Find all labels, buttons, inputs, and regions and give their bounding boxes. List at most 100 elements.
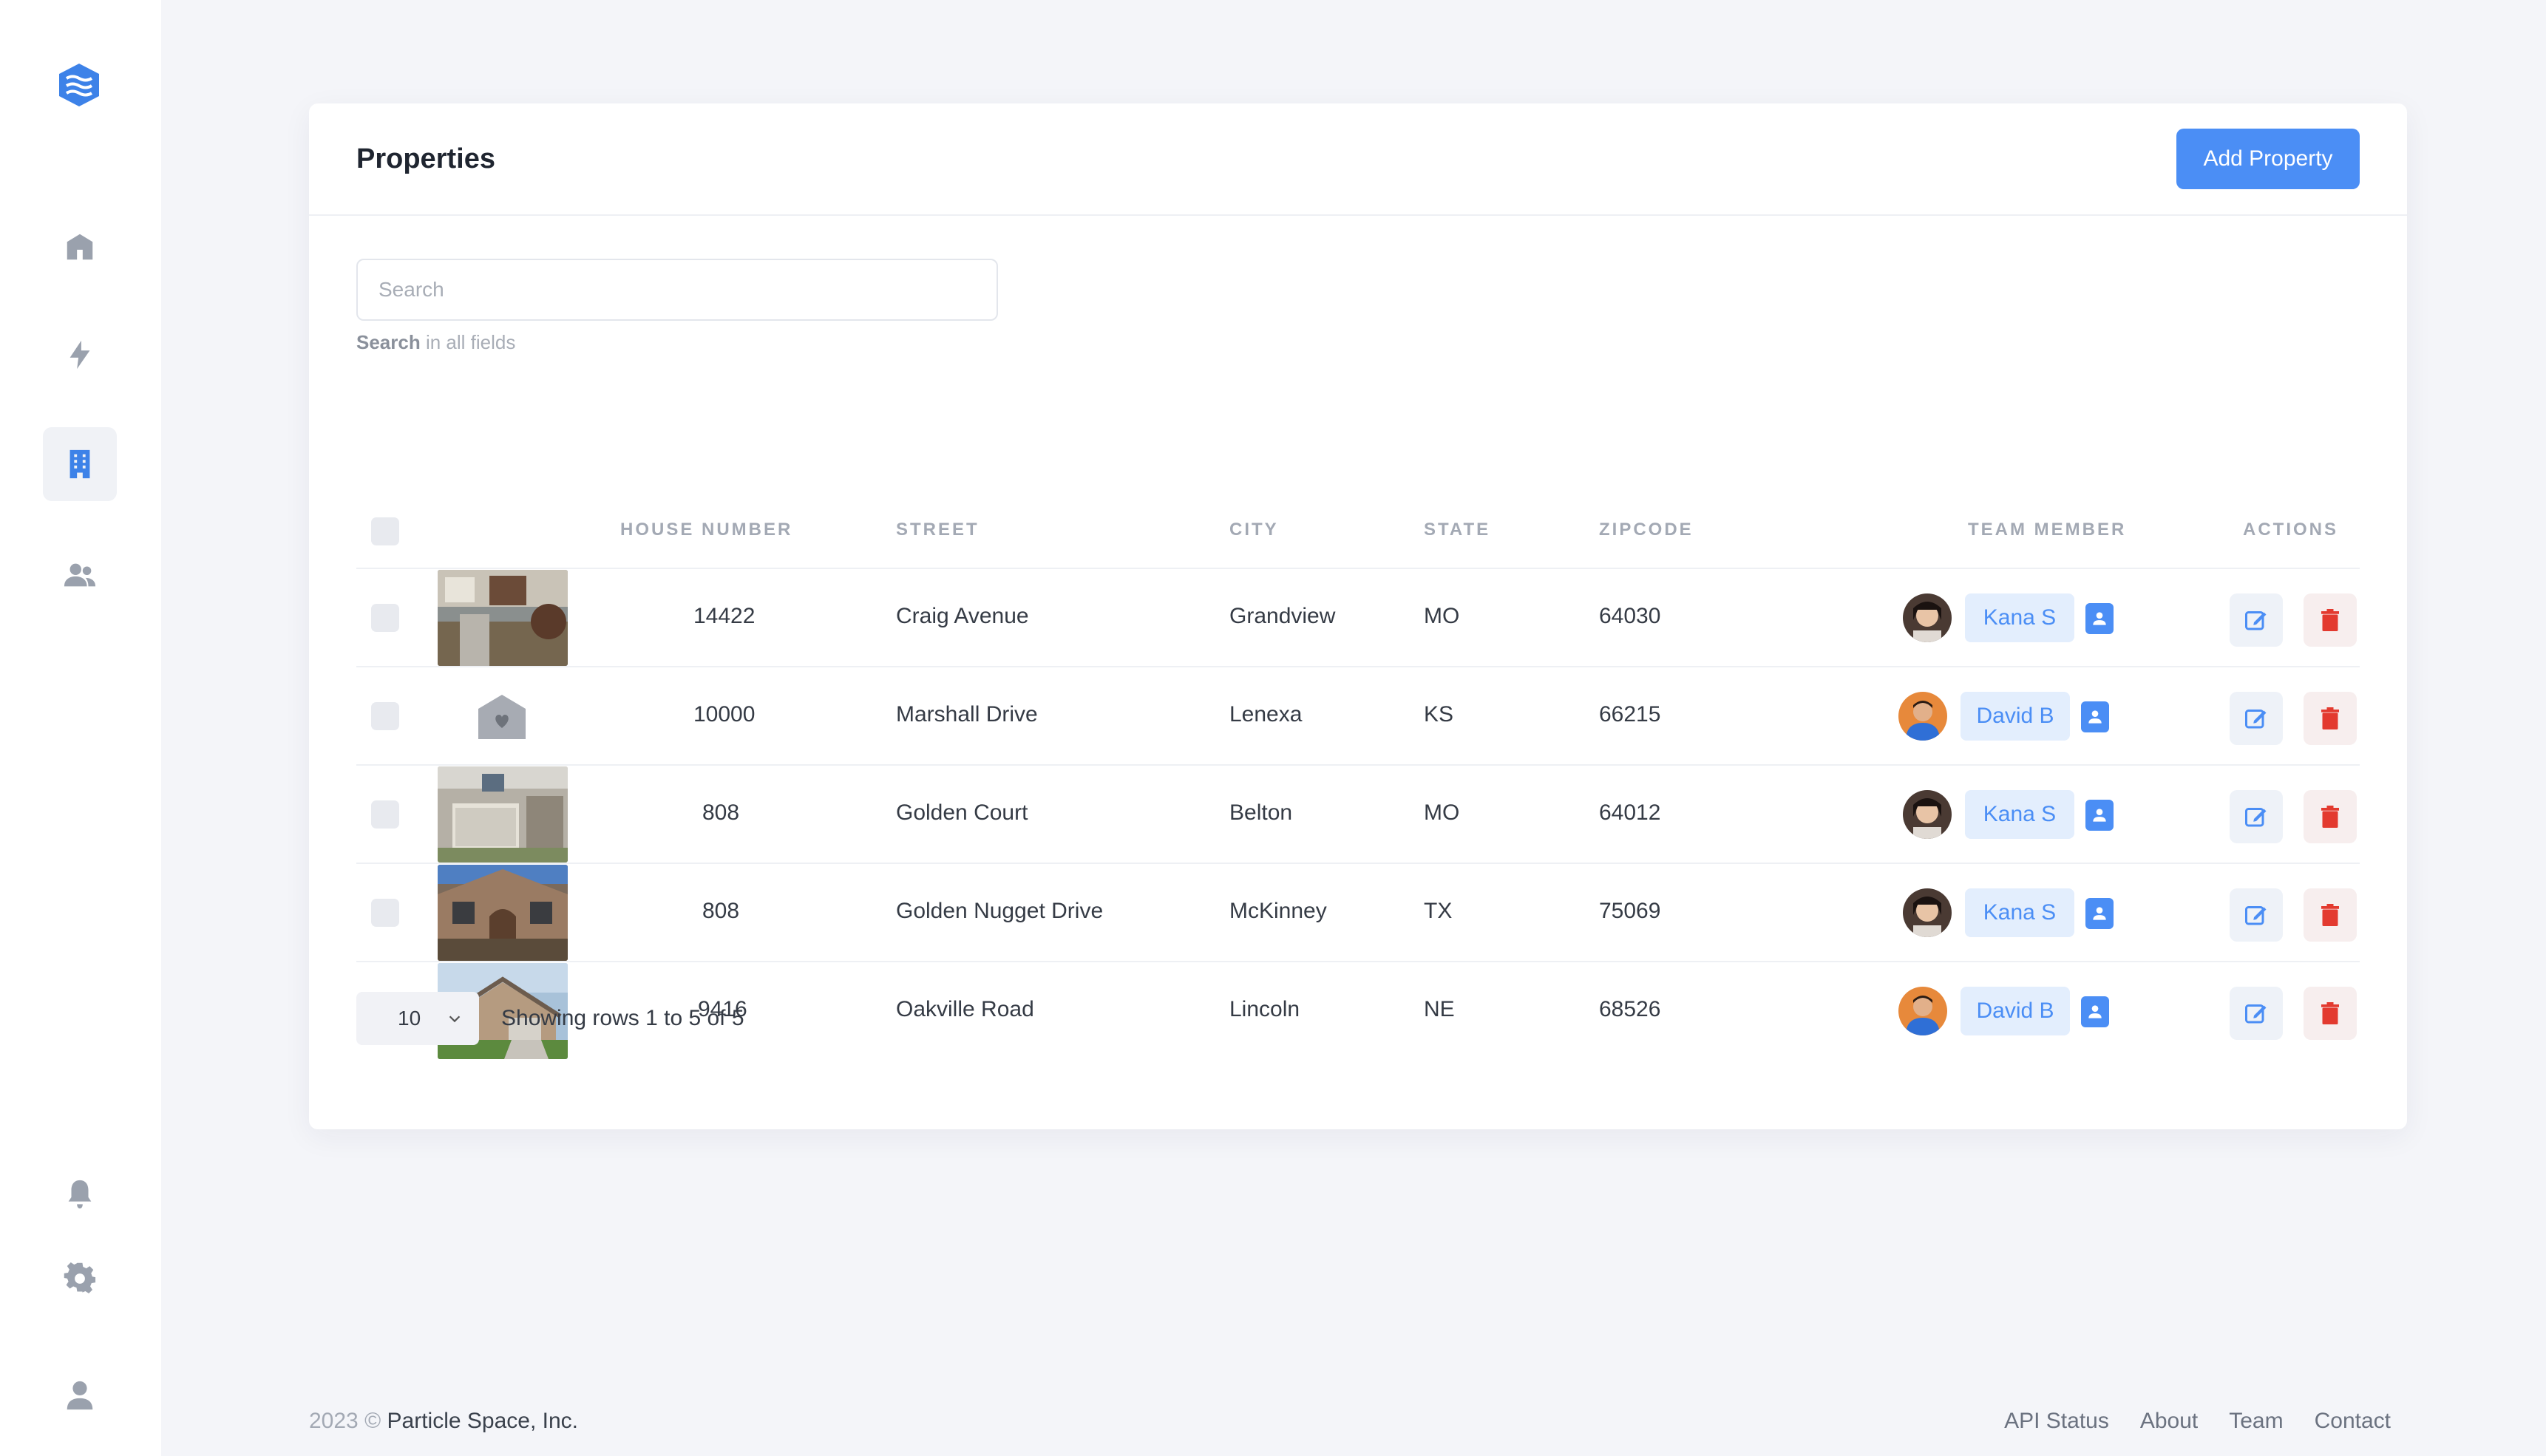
sidebar-item-team[interactable] <box>43 538 117 612</box>
sidebar <box>0 0 161 1456</box>
trash-icon <box>2321 1002 2339 1024</box>
footer-link-api-status[interactable]: API Status <box>2004 1409 2109 1434</box>
avatar <box>1903 593 1952 642</box>
cell-city: Lincoln <box>1229 997 1300 1021</box>
delete-button[interactable] <box>2304 692 2357 745</box>
search-hint-text: in all fields <box>420 331 516 353</box>
cell-city: McKinney <box>1229 899 1327 923</box>
user-icon <box>67 1381 93 1410</box>
edit-button[interactable] <box>2230 987 2283 1040</box>
gear-icon <box>64 1262 96 1294</box>
copyright-prefix: 2023 © <box>309 1409 387 1433</box>
edit-button[interactable] <box>2230 888 2283 942</box>
team-member-chip[interactable]: Kana S <box>1965 790 2074 839</box>
property-photo[interactable] <box>438 766 568 863</box>
row-checkbox[interactable] <box>371 800 399 829</box>
sidebar-item-settings[interactable] <box>43 1242 117 1316</box>
cell-street: Marshall Drive <box>896 702 1038 727</box>
logo-icon[interactable] <box>55 61 103 109</box>
search-input[interactable] <box>356 259 998 321</box>
sidebar-item-notifications[interactable] <box>43 1157 117 1231</box>
row-checkbox[interactable] <box>371 702 399 730</box>
bolt-icon <box>69 340 90 370</box>
trash-icon <box>2321 609 2339 631</box>
add-property-button[interactable]: Add Property <box>2176 129 2360 189</box>
column-team-member: Team Member <box>1968 520 2127 540</box>
home-icon <box>67 234 93 260</box>
row-checkbox[interactable] <box>371 899 399 927</box>
bell-icon <box>68 1180 92 1209</box>
team-member-chip[interactable]: Kana S <box>1965 593 2074 642</box>
column-house-number[interactable]: House Number <box>620 520 792 540</box>
contact-card-icon[interactable] <box>2081 701 2109 732</box>
cell-street: Oakville Road <box>896 997 1034 1021</box>
avatar <box>1903 888 1952 937</box>
search-section: Search in all fields <box>356 259 998 354</box>
cell-house-number: 808 <box>702 800 740 825</box>
sidebar-item-profile[interactable] <box>43 1358 117 1432</box>
cell-street: Golden Nugget Drive <box>896 899 1104 923</box>
delete-button[interactable] <box>2304 790 2357 843</box>
cell-zipcode: 64030 <box>1599 604 1661 628</box>
contact-card-icon[interactable] <box>2081 996 2109 1027</box>
cell-street: Golden Court <box>896 800 1028 825</box>
select-all-checkbox[interactable] <box>371 517 399 545</box>
cell-state: NE <box>1424 997 1455 1021</box>
footer-copyright: 2023 © Particle Space, Inc. <box>309 1409 578 1434</box>
cell-house-number: 14422 <box>693 604 756 628</box>
pagination: 10 Showing rows 1 to 5 of 5 <box>356 992 744 1045</box>
column-street[interactable]: Street <box>896 520 980 540</box>
pagination-summary: Showing rows 1 to 5 of 5 <box>501 1006 744 1030</box>
footer-link-contact[interactable]: Contact <box>2315 1409 2391 1434</box>
avatar <box>1898 692 1947 741</box>
table-row[interactable]: 808 Golden Court Belton MO 64012 Kana S <box>356 766 2360 864</box>
sidebar-item-activity[interactable] <box>43 318 117 392</box>
contact-card-icon[interactable] <box>2085 800 2114 831</box>
footer-link-team[interactable]: Team <box>2229 1409 2283 1434</box>
card-header: Properties Add Property <box>309 103 2407 216</box>
cell-zipcode: 66215 <box>1599 702 1661 727</box>
home-placeholder-icon <box>478 695 526 739</box>
footer-links: API Status About Team Contact <box>2004 1409 2391 1434</box>
chevron-down-icon <box>449 1016 461 1023</box>
edit-button[interactable] <box>2230 692 2283 745</box>
team-member-chip[interactable]: David B <box>1961 987 2070 1035</box>
page-size-select[interactable]: 10 <box>356 992 479 1045</box>
column-zipcode[interactable]: Zipcode <box>1599 520 1694 540</box>
cell-state: MO <box>1424 604 1460 628</box>
team-member-chip[interactable]: David B <box>1961 692 2070 741</box>
cell-zipcode: 64012 <box>1599 800 1661 825</box>
properties-card: Properties Add Property Search in all fi… <box>309 103 2407 1129</box>
cell-state: MO <box>1424 800 1460 825</box>
column-state[interactable]: State <box>1424 520 1490 540</box>
cell-state: KS <box>1424 702 1454 727</box>
edit-icon <box>2245 808 2267 827</box>
contact-card-icon[interactable] <box>2085 603 2114 634</box>
avatar <box>1898 987 1947 1035</box>
page-size-value: 10 <box>398 1007 421 1030</box>
cell-state: TX <box>1424 899 1453 923</box>
delete-button[interactable] <box>2304 593 2357 647</box>
table-row[interactable]: 10000 Marshall Drive Lenexa KS 66215 Dav… <box>356 667 2360 766</box>
property-photo[interactable] <box>438 570 568 666</box>
edit-button[interactable] <box>2230 593 2283 647</box>
delete-button[interactable] <box>2304 888 2357 942</box>
table-header: House Number Street City State Zipcode T… <box>356 488 2360 569</box>
row-checkbox[interactable] <box>371 604 399 632</box>
edit-button[interactable] <box>2230 790 2283 843</box>
cell-zipcode: 75069 <box>1599 899 1661 923</box>
footer-link-about[interactable]: About <box>2140 1409 2198 1434</box>
sidebar-item-properties[interactable] <box>43 427 117 501</box>
table-row[interactable]: 808 Golden Nugget Drive McKinney TX 7506… <box>356 864 2360 962</box>
building-icon <box>69 449 90 479</box>
edit-icon <box>2245 710 2267 729</box>
contact-card-icon[interactable] <box>2085 898 2114 929</box>
sidebar-item-home[interactable] <box>43 210 117 284</box>
delete-button[interactable] <box>2304 987 2357 1040</box>
property-photo[interactable] <box>438 865 568 961</box>
column-city[interactable]: City <box>1229 520 1279 540</box>
table-row[interactable]: 14422 Craig Avenue Grandview MO 64030 Ka… <box>356 569 2360 667</box>
edit-icon <box>2245 906 2267 925</box>
trash-icon <box>2321 806 2339 828</box>
team-member-chip[interactable]: Kana S <box>1965 888 2074 937</box>
